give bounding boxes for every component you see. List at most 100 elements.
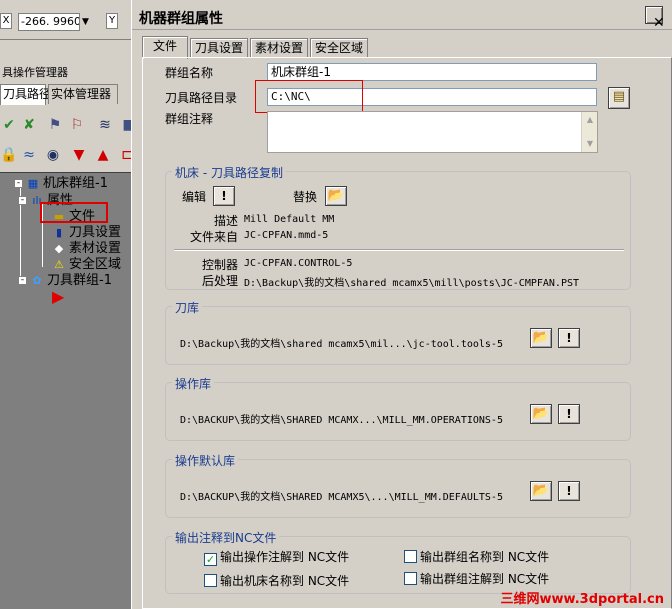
checkbox-checked-icon[interactable]: ✓ <box>204 553 217 566</box>
post-label: 后处理 <box>202 274 239 288</box>
dialog-title: 机器群组属性 <box>139 11 223 27</box>
checkbox-output-group-name[interactable]: 输出群组名称到 NC文件 <box>404 550 549 564</box>
tool-library-title: 刀库 <box>172 299 203 316</box>
nc-output-title: 输出注释到NC文件 <box>172 529 280 546</box>
files-tab-panel: 群组名称 机床群组-1 刀具路径目录 C:\NC\ ▤ 群组注释 ▲ ▼ 机床 … <box>142 57 672 609</box>
dropdown-arrow-icon[interactable]: ▼ <box>82 13 94 31</box>
coordinate-bar: X -266. 9960 ▼ Y <box>0 0 140 40</box>
tree-node-safety-zone[interactable]: ⚠ 安全区域 <box>52 257 121 273</box>
tab-toolpaths[interactable]: 刀具路径 <box>0 84 51 105</box>
tree-node-files[interactable]: ▬ 文件 <box>52 209 95 225</box>
operation-defaults-title: 操作默认库 <box>172 452 239 469</box>
close-button[interactable]: ✕ <box>645 6 665 31</box>
controller-label: 控制器 <box>202 258 239 272</box>
file-source-value: JC-CPFAN.mmd-5 <box>244 230 329 241</box>
description-label: 描述 <box>214 214 239 228</box>
checkbox-output-op-comments[interactable]: ✓ 输出操作注解到 NC文件 <box>204 550 349 566</box>
file-source-label: 文件来自 <box>190 230 239 244</box>
tree-node-machine-group[interactable]: - ▦ 机床群组-1 <box>14 176 108 192</box>
tool-library-group: 刀库 D:\Backup\我的文档\shared mcamx5\mil...\j… <box>165 299 631 365</box>
group-comment-label: 群组注释 <box>165 112 214 126</box>
operation-library-browse-button[interactable]: 📂 <box>530 404 552 424</box>
scroll-down-icon[interactable]: ▼ <box>582 136 598 152</box>
toolpath-tree: - ▦ 机床群组-1 - ılı 属性 ▬ 文件 ▮ 刀具设置 ◆ 素材设置 ⚠ 安全区域 - ✿… <box>0 172 136 609</box>
tool-library-browse-button[interactable]: 📂 <box>530 328 552 348</box>
lock-icon[interactable]: 🔒 <box>0 146 18 164</box>
nc-output-group: 输出注释到NC文件 ✓ 输出操作注解到 NC文件 输出群组名称到 NC文件 输出机… <box>165 529 631 594</box>
tree-node-stock-setup[interactable]: ◆ 素材设置 <box>52 241 121 257</box>
browse-dir-button[interactable]: ▤ <box>608 87 630 109</box>
controller-value: JC-CPFAN.CONTROL-5 <box>244 258 353 269</box>
select-dirty-icon[interactable]: ✘ <box>20 116 38 134</box>
toolbar-row-1: ✔ ✘ ⚑ ⚐ ≋ ■ <box>0 112 140 138</box>
info-icon: ! <box>566 407 572 421</box>
group-name-input[interactable]: 机床群组-1 <box>267 63 597 81</box>
move-up-icon[interactable]: ▲ <box>94 146 112 164</box>
checkbox-output-machine-name[interactable]: 输出机床名称到 NC文件 <box>204 574 349 588</box>
coordinate-input[interactable]: -266. 9960 <box>18 13 80 31</box>
toggle-display-icon[interactable]: ◉ <box>44 146 62 164</box>
operation-library-edit-button[interactable]: ! <box>558 404 580 424</box>
regen-dirty-icon[interactable]: ⚐ <box>68 116 86 134</box>
tab-files[interactable]: 文件 <box>142 36 188 59</box>
toolpath-dir-label: 刀具路径目录 <box>165 91 238 105</box>
tool-library-path: D:\Backup\我的文档\shared mcamx5\mil...\jc-t… <box>180 339 503 350</box>
open-folder-icon: 📂 <box>532 330 550 345</box>
scroll-up-icon[interactable]: ▲ <box>582 112 598 128</box>
tool-library-edit-button[interactable]: ! <box>558 328 580 348</box>
tree-node-tool-settings[interactable]: ▮ 刀具设置 <box>52 225 121 241</box>
select-all-icon[interactable]: ✔ <box>0 116 18 134</box>
tree-node-toolpath-group[interactable]: - ✿ 刀具群组-1 <box>18 273 112 289</box>
tab-solids[interactable]: 实体管理器 <box>48 84 118 104</box>
group-name-label: 群组名称 <box>165 66 214 80</box>
checkbox-icon[interactable] <box>404 572 417 585</box>
info-icon: ! <box>566 484 572 498</box>
group-comment-input[interactable]: ▲ ▼ <box>267 111 598 153</box>
operation-library-group: 操作库 D:\BACKUP\我的文档\SHARED MCAMX...\MILL_… <box>165 375 631 441</box>
replace-label: 替换 <box>293 190 318 204</box>
annotation-highlight <box>255 80 363 113</box>
comment-scrollbar[interactable]: ▲ ▼ <box>581 112 597 152</box>
machine-toolpath-copy-group: 机床 - 刀具路径复制 编辑 ! 替换 📂 描述 Mill Default MM… <box>165 164 631 290</box>
description-value: Mill Default MM <box>244 214 335 225</box>
operation-defaults-edit-button[interactable]: ! <box>558 481 580 501</box>
edit-label: 编辑 <box>182 190 207 204</box>
copy-section-separator <box>174 249 624 251</box>
stock-icon: ◆ <box>54 241 64 255</box>
move-down-icon[interactable]: ▼ <box>70 146 88 164</box>
info-icon: ! <box>221 189 227 203</box>
tab-stock-setup[interactable]: 素材设置 <box>250 38 308 58</box>
operation-manager-title: 具操作管理器 <box>0 64 140 80</box>
edit-button[interactable]: ! <box>213 186 235 206</box>
folder-grid-icon: ▤ <box>612 89 626 104</box>
open-folder-icon: 📂 <box>532 483 550 498</box>
backplot-icon[interactable]: ≋ <box>96 116 114 134</box>
checkbox-icon[interactable] <box>404 550 417 563</box>
regen-all-icon[interactable]: ⚑ <box>46 116 64 134</box>
machine-group-properties-dialog: 机器群组属性 ✕ 文件 刀具设置 素材设置 安全区域 群组名称 机床群组-1 刀… <box>131 0 672 609</box>
tab-tool-settings[interactable]: 刀具设置 <box>190 38 248 58</box>
close-icon: ✕ <box>653 15 665 31</box>
x-axis-label: X <box>0 13 12 29</box>
operation-library-title: 操作库 <box>172 375 215 392</box>
replace-button[interactable]: 📂 <box>325 186 347 206</box>
checkbox-output-group-comment[interactable]: 输出群组注解到 NC文件 <box>404 572 549 586</box>
watermark: 三维网www.3dportal.cn <box>500 592 664 607</box>
toolbar-row-2: 🔒 ≈ ◉ ▼ ▲ ⊏ <box>0 142 140 168</box>
checkbox-icon[interactable] <box>204 574 217 587</box>
operation-defaults-group: 操作默认库 D:\BACKUP\我的文档\SHARED MCAMX5\...\M… <box>165 452 631 518</box>
warning-icon: ⚠ <box>54 257 64 271</box>
folder-icon: ▬ <box>53 209 65 223</box>
tab-safety-zone[interactable]: 安全区域 <box>310 38 368 58</box>
operation-library-path: D:\BACKUP\我的文档\SHARED MCAMX...\MILL_MM.O… <box>180 415 503 426</box>
dialog-titlebar: 机器群组属性 ✕ <box>132 0 672 31</box>
insert-arrow-marker-icon: ▶ <box>52 287 65 306</box>
wave-icon[interactable]: ≈ <box>20 146 38 164</box>
operation-manager-panel: X -266. 9960 ▼ Y 具操作管理器 刀具路径 实体管理器 ✔ ✘ ⚑… <box>0 0 140 609</box>
operation-defaults-path: D:\BACKUP\我的文档\SHARED MCAMX5\...\MILL_MM… <box>180 492 503 503</box>
post-value: D:\Backup\我的文档\shared mcamx5\mill\posts\… <box>244 278 580 289</box>
open-folder-icon: 📂 <box>327 188 345 203</box>
operation-defaults-browse-button[interactable]: 📂 <box>530 481 552 501</box>
y-axis-label[interactable]: Y <box>106 13 118 29</box>
copy-section-title: 机床 - 刀具路径复制 <box>172 164 286 181</box>
